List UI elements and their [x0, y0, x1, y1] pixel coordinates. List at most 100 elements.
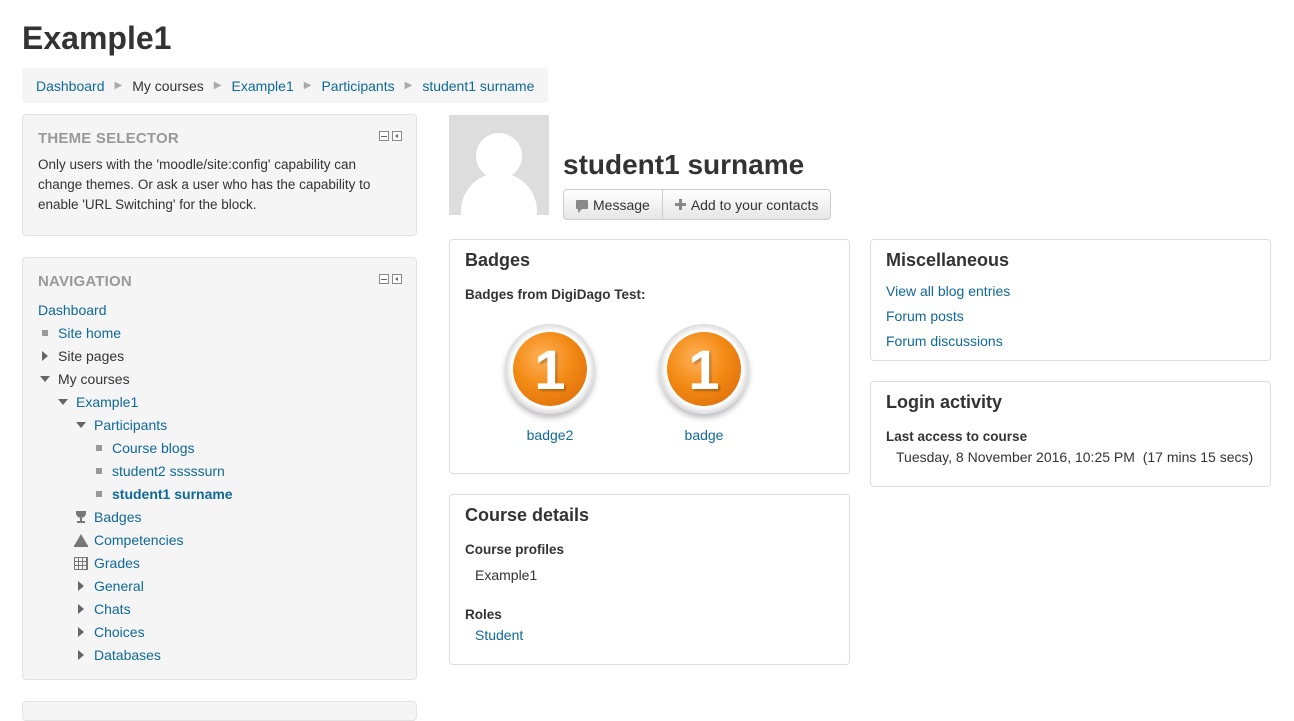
course-details-title: Course details — [465, 505, 590, 525]
bullet-icon — [92, 460, 106, 482]
breadcrumb: Dashboard ▶ My courses ▶ Example1 ▶ Part… — [22, 68, 549, 103]
roles-label: Roles — [465, 607, 502, 622]
role-link[interactable]: Student — [475, 627, 523, 643]
bullet-icon — [38, 322, 52, 344]
navigation-block: NAVIGATION Dashboard Site home Site pages M… — [22, 257, 417, 680]
collapse-icon[interactable] — [38, 368, 52, 390]
course-profiles-label: Course profiles — [465, 542, 565, 557]
nav-item-label[interactable]: Site home — [58, 322, 121, 344]
grades-table-icon — [74, 552, 88, 574]
breadcrumb-participants[interactable]: Participants — [321, 78, 394, 94]
badge-medal-icon[interactable]: 1 — [505, 324, 595, 414]
nav-item[interactable]: Example1 — [23, 391, 416, 414]
miscellaneous-panel: Miscellaneous View all blog entries Foru… — [870, 239, 1271, 361]
nav-item[interactable]: Site home — [23, 322, 416, 345]
dock-block-icon[interactable] — [392, 274, 402, 284]
breadcrumb-dashboard[interactable]: Dashboard — [36, 78, 105, 94]
nav-item-label[interactable]: student1 surname — [112, 483, 233, 505]
nav-item[interactable]: Dashboard — [23, 299, 416, 322]
nav-item[interactable]: Course blogs — [23, 437, 416, 460]
course-profiles-value: Example1 — [475, 567, 538, 583]
nav-item-label[interactable]: General — [94, 575, 144, 597]
message-button[interactable]: Message — [563, 189, 663, 220]
forum-posts-link[interactable]: Forum posts — [886, 308, 964, 324]
badges-subtitle: Badges from DigiDago Test: — [465, 287, 646, 302]
block-controls — [379, 131, 402, 141]
badge-item[interactable]: 1 badge2 — [490, 324, 610, 443]
profile-actions: Message Add to your contacts — [563, 189, 832, 220]
last-access-label: Last access to course — [886, 429, 1028, 444]
breadcrumb-separator-icon: ▶ — [303, 80, 312, 91]
collapse-icon[interactable] — [56, 391, 70, 413]
collapse-icon[interactable] — [74, 414, 88, 436]
add-contact-button[interactable]: Add to your contacts — [662, 189, 832, 220]
badges-panel: Badges Badges from DigiDago Test: 1 badg… — [449, 239, 850, 474]
login-activity-panel: Login activity Last access to course Tue… — [870, 381, 1271, 487]
add-contact-label: Add to your contacts — [690, 196, 819, 213]
nav-item[interactable]: Grades — [23, 552, 416, 575]
badge-link[interactable]: badge — [644, 427, 764, 443]
nav-item[interactable]: Chats — [23, 598, 416, 621]
nav-item-label: My courses — [58, 371, 130, 387]
nav-item[interactable]: student2 sssssurn — [23, 460, 416, 483]
expand-icon[interactable] — [74, 575, 88, 597]
user-full-name: student1 surname — [563, 149, 805, 180]
theme-selector-block: THEME SELECTOR Only users with the 'mood… — [22, 114, 417, 236]
nav-item[interactable]: Competencies — [23, 529, 416, 552]
nav-item-label[interactable]: Databases — [94, 644, 161, 666]
forum-discussions-link[interactable]: Forum discussions — [886, 333, 1003, 349]
badges-title: Badges — [465, 250, 531, 270]
plus-icon — [674, 199, 686, 210]
block-text: Only users with the 'moodle/site:config'… — [38, 157, 371, 212]
login-activity-title: Login activity — [886, 392, 1003, 412]
avatar — [449, 115, 549, 215]
nav-item-label[interactable]: Competencies — [94, 529, 184, 551]
trophy-icon — [74, 506, 88, 528]
page-title: Example1 — [22, 20, 172, 56]
breadcrumb-example1[interactable]: Example1 — [231, 78, 293, 94]
expand-icon[interactable] — [74, 644, 88, 666]
nav-item[interactable]: General — [23, 575, 416, 598]
message-icon — [576, 200, 588, 213]
next-block — [22, 701, 417, 721]
badge-link[interactable]: badge2 — [490, 427, 610, 443]
nav-item-label[interactable]: Participants — [94, 414, 167, 436]
nav-item[interactable]: Databases — [23, 644, 416, 667]
nav-item-label[interactable]: Chats — [94, 598, 131, 620]
dock-block-icon[interactable] — [392, 131, 402, 141]
minimize-block-icon[interactable] — [379, 274, 389, 284]
expand-icon[interactable] — [74, 598, 88, 620]
competency-icon — [74, 529, 88, 551]
expand-icon[interactable] — [38, 345, 52, 367]
nav-item-label[interactable]: Example1 — [76, 391, 138, 413]
block-controls — [379, 274, 402, 284]
nav-item-label[interactable]: Choices — [94, 621, 145, 643]
expand-icon[interactable] — [74, 621, 88, 643]
breadcrumb-separator-icon: ▶ — [114, 80, 123, 91]
bullet-icon — [92, 437, 106, 459]
nav-item[interactable]: Choices — [23, 621, 416, 644]
navigation-tree: Dashboard Site home Site pages My courses Ex… — [23, 299, 416, 667]
breadcrumb-my-courses: My courses — [132, 77, 204, 94]
nav-item[interactable]: Participants — [23, 414, 416, 437]
nav-item-label[interactable]: Grades — [94, 552, 140, 574]
bullet-icon — [92, 483, 106, 505]
course-details-panel: Course details Course profiles Example1 … — [449, 494, 850, 665]
nav-item[interactable]: Site pages — [23, 345, 416, 368]
nav-item-label[interactable]: student2 sssssurn — [112, 460, 225, 482]
minimize-block-icon[interactable] — [379, 131, 389, 141]
breadcrumb-separator-icon: ▶ — [213, 80, 222, 91]
nav-item-label[interactable]: Dashboard — [38, 299, 107, 321]
nav-item-label[interactable]: Course blogs — [112, 437, 195, 459]
breadcrumb-user[interactable]: student1 surname — [422, 78, 534, 94]
nav-item[interactable]: My courses — [23, 368, 416, 391]
nav-item[interactable]: student1 surname — [23, 483, 416, 506]
nav-item-label[interactable]: Badges — [94, 506, 141, 528]
blog-entries-link[interactable]: View all blog entries — [886, 283, 1010, 299]
nav-item[interactable]: Badges — [23, 506, 416, 529]
breadcrumb-separator-icon: ▶ — [404, 80, 413, 91]
badge-item[interactable]: 1 badge — [644, 324, 764, 443]
badge-medal-icon[interactable]: 1 — [659, 324, 749, 414]
last-access-value: Tuesday, 8 November 2016, 10:25 PM (17 m… — [896, 449, 1254, 465]
block-title: THEME SELECTOR — [38, 130, 179, 147]
